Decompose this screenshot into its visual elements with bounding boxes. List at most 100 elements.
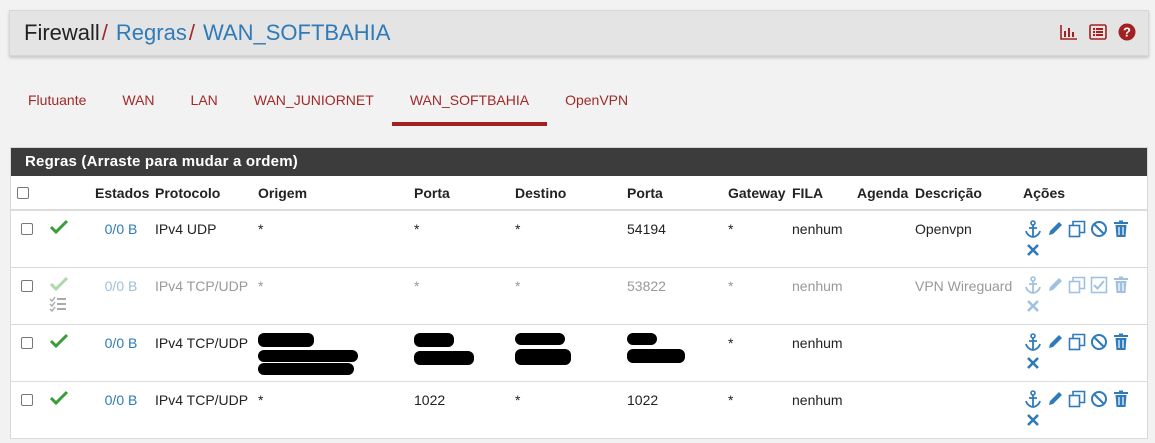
check-icon[interactable]	[49, 276, 69, 296]
delete-trash-icon[interactable]	[1111, 390, 1130, 409]
breadcrumb-separator: /	[188, 20, 195, 45]
description: Openvpn	[911, 210, 1019, 268]
col-fila: FILA	[788, 176, 853, 211]
col-agenda: Agenda	[853, 176, 911, 211]
remove-x-icon[interactable]	[1023, 354, 1042, 373]
gateway: *	[724, 324, 788, 382]
source-port: 1022	[410, 381, 511, 439]
svg-text:?: ?	[1123, 24, 1131, 39]
copy-icon[interactable]	[1067, 390, 1086, 409]
col-protocolo: Protocolo	[151, 176, 254, 211]
breadcrumb-separator: /	[101, 20, 108, 45]
destination: *	[511, 381, 623, 439]
col-descricao: Descrição	[911, 176, 1019, 211]
schedule	[853, 381, 911, 439]
states-link[interactable]: 0/0 B	[105, 278, 138, 294]
destination: *	[511, 267, 623, 325]
gateway: *	[724, 210, 788, 268]
disable-icon[interactable]	[1089, 390, 1108, 409]
anchor-icon[interactable]	[1023, 390, 1042, 409]
disable-icon[interactable]	[1089, 333, 1108, 352]
check-icon[interactable]	[49, 390, 69, 410]
edit-pencil-icon[interactable]	[1045, 219, 1064, 238]
remove-x-icon[interactable]	[1023, 297, 1042, 316]
col-estados: Estados	[91, 176, 151, 211]
row-actions	[1023, 276, 1133, 316]
delete-trash-icon[interactable]	[1111, 333, 1130, 352]
breadcrumb-root: Firewall	[24, 20, 100, 45]
schedule	[853, 324, 911, 382]
col-porta: Porta	[410, 176, 511, 211]
states-link[interactable]: 0/0 B	[105, 392, 138, 408]
copy-icon[interactable]	[1067, 219, 1086, 238]
disable-icon[interactable]	[1089, 219, 1108, 238]
edit-pencil-icon[interactable]	[1045, 333, 1064, 352]
anchor-icon[interactable]	[1023, 276, 1042, 295]
edit-pencil-icon[interactable]	[1045, 276, 1064, 295]
table-row[interactable]: 0/0 B IPv4 TCP/UDP * nenhum	[11, 324, 1147, 382]
anchor-icon[interactable]	[1023, 333, 1042, 352]
queue: nenhum	[788, 210, 853, 268]
row-checkbox[interactable]	[21, 223, 33, 235]
destination-port: 1022	[623, 381, 724, 439]
table-row[interactable]: 0/0 B IPv4 UDP * * * 54194 * nenhum Open…	[11, 210, 1147, 268]
copy-icon[interactable]	[1067, 276, 1086, 295]
select-all-checkbox[interactable]	[17, 186, 29, 199]
check-icon[interactable]	[49, 333, 69, 353]
row-checkbox[interactable]	[21, 336, 33, 349]
copy-icon[interactable]	[1067, 333, 1086, 352]
row-actions	[1023, 333, 1133, 373]
table-row[interactable]: 0/0 B IPv4 TCP/UDP * 1022 * 1022 * nenhu…	[11, 381, 1147, 439]
queue: nenhum	[788, 324, 853, 382]
schedule	[853, 210, 911, 268]
breadcrumb-rules-link[interactable]: Regras	[116, 20, 187, 46]
tab-wan-juniornet[interactable]: WAN_JUNIORNET	[236, 80, 392, 126]
queue: nenhum	[788, 267, 853, 325]
edit-pencil-icon[interactable]	[1045, 390, 1064, 409]
protocol: IPv4 TCP/UDP	[151, 267, 254, 325]
col-acoes: Ações	[1019, 176, 1147, 211]
delete-trash-icon[interactable]	[1111, 276, 1130, 295]
row-actions	[1023, 219, 1133, 259]
gateway: *	[724, 267, 788, 325]
source-redacted	[254, 324, 410, 382]
source: *	[254, 381, 410, 439]
queue: nenhum	[788, 381, 853, 439]
chart-icon[interactable]	[1059, 22, 1078, 41]
tab-openvpn[interactable]: OpenVPN	[547, 80, 646, 126]
remove-x-icon[interactable]	[1023, 411, 1042, 430]
destination-port: 54194	[623, 210, 724, 268]
col-destino: Destino	[511, 176, 623, 211]
description	[911, 324, 1019, 382]
remove-x-icon[interactable]	[1023, 240, 1042, 259]
table-row[interactable]: 0/0 B IPv4 TCP/UDP * * * 53822 * nenhum …	[11, 267, 1147, 325]
tab-lan[interactable]: LAN	[173, 80, 236, 126]
anchor-icon[interactable]	[1023, 219, 1042, 238]
enable-checkbox-icon[interactable]	[1089, 276, 1108, 295]
tab-wan-softbahia[interactable]: WAN_SOFTBAHIA	[391, 80, 548, 126]
tab-wan[interactable]: WAN	[104, 80, 172, 126]
destination-port-redacted	[623, 324, 724, 382]
check-icon[interactable]	[49, 219, 69, 239]
col-origem: Origem	[254, 176, 410, 211]
source: *	[254, 210, 410, 268]
row-checkbox[interactable]	[21, 393, 33, 406]
source-port-redacted	[410, 324, 511, 382]
delete-trash-icon[interactable]	[1111, 219, 1130, 238]
breadcrumb-interface-link[interactable]: WAN_SOFTBAHIA	[203, 20, 390, 46]
states-link[interactable]: 0/0 B	[105, 221, 138, 237]
checklist-icon	[49, 296, 69, 316]
states-link[interactable]: 0/0 B	[105, 335, 138, 351]
row-checkbox[interactable]	[21, 279, 33, 292]
col-porta-destino: Porta	[623, 176, 724, 211]
col-gateway: Gateway	[724, 176, 788, 211]
protocol: IPv4 TCP/UDP	[151, 324, 254, 382]
description	[911, 381, 1019, 439]
tab-flutuante[interactable]: Flutuante	[10, 80, 104, 126]
help-icon[interactable]: ?	[1117, 22, 1136, 41]
list-icon[interactable]	[1088, 22, 1107, 41]
breadcrumb: Firewall / Regras / WAN_SOFTBAHIA ?	[9, 10, 1149, 56]
panel-title: Regras (Arraste para mudar a ordem)	[11, 148, 1147, 176]
source-port: *	[410, 267, 511, 325]
source-port: *	[410, 210, 511, 268]
